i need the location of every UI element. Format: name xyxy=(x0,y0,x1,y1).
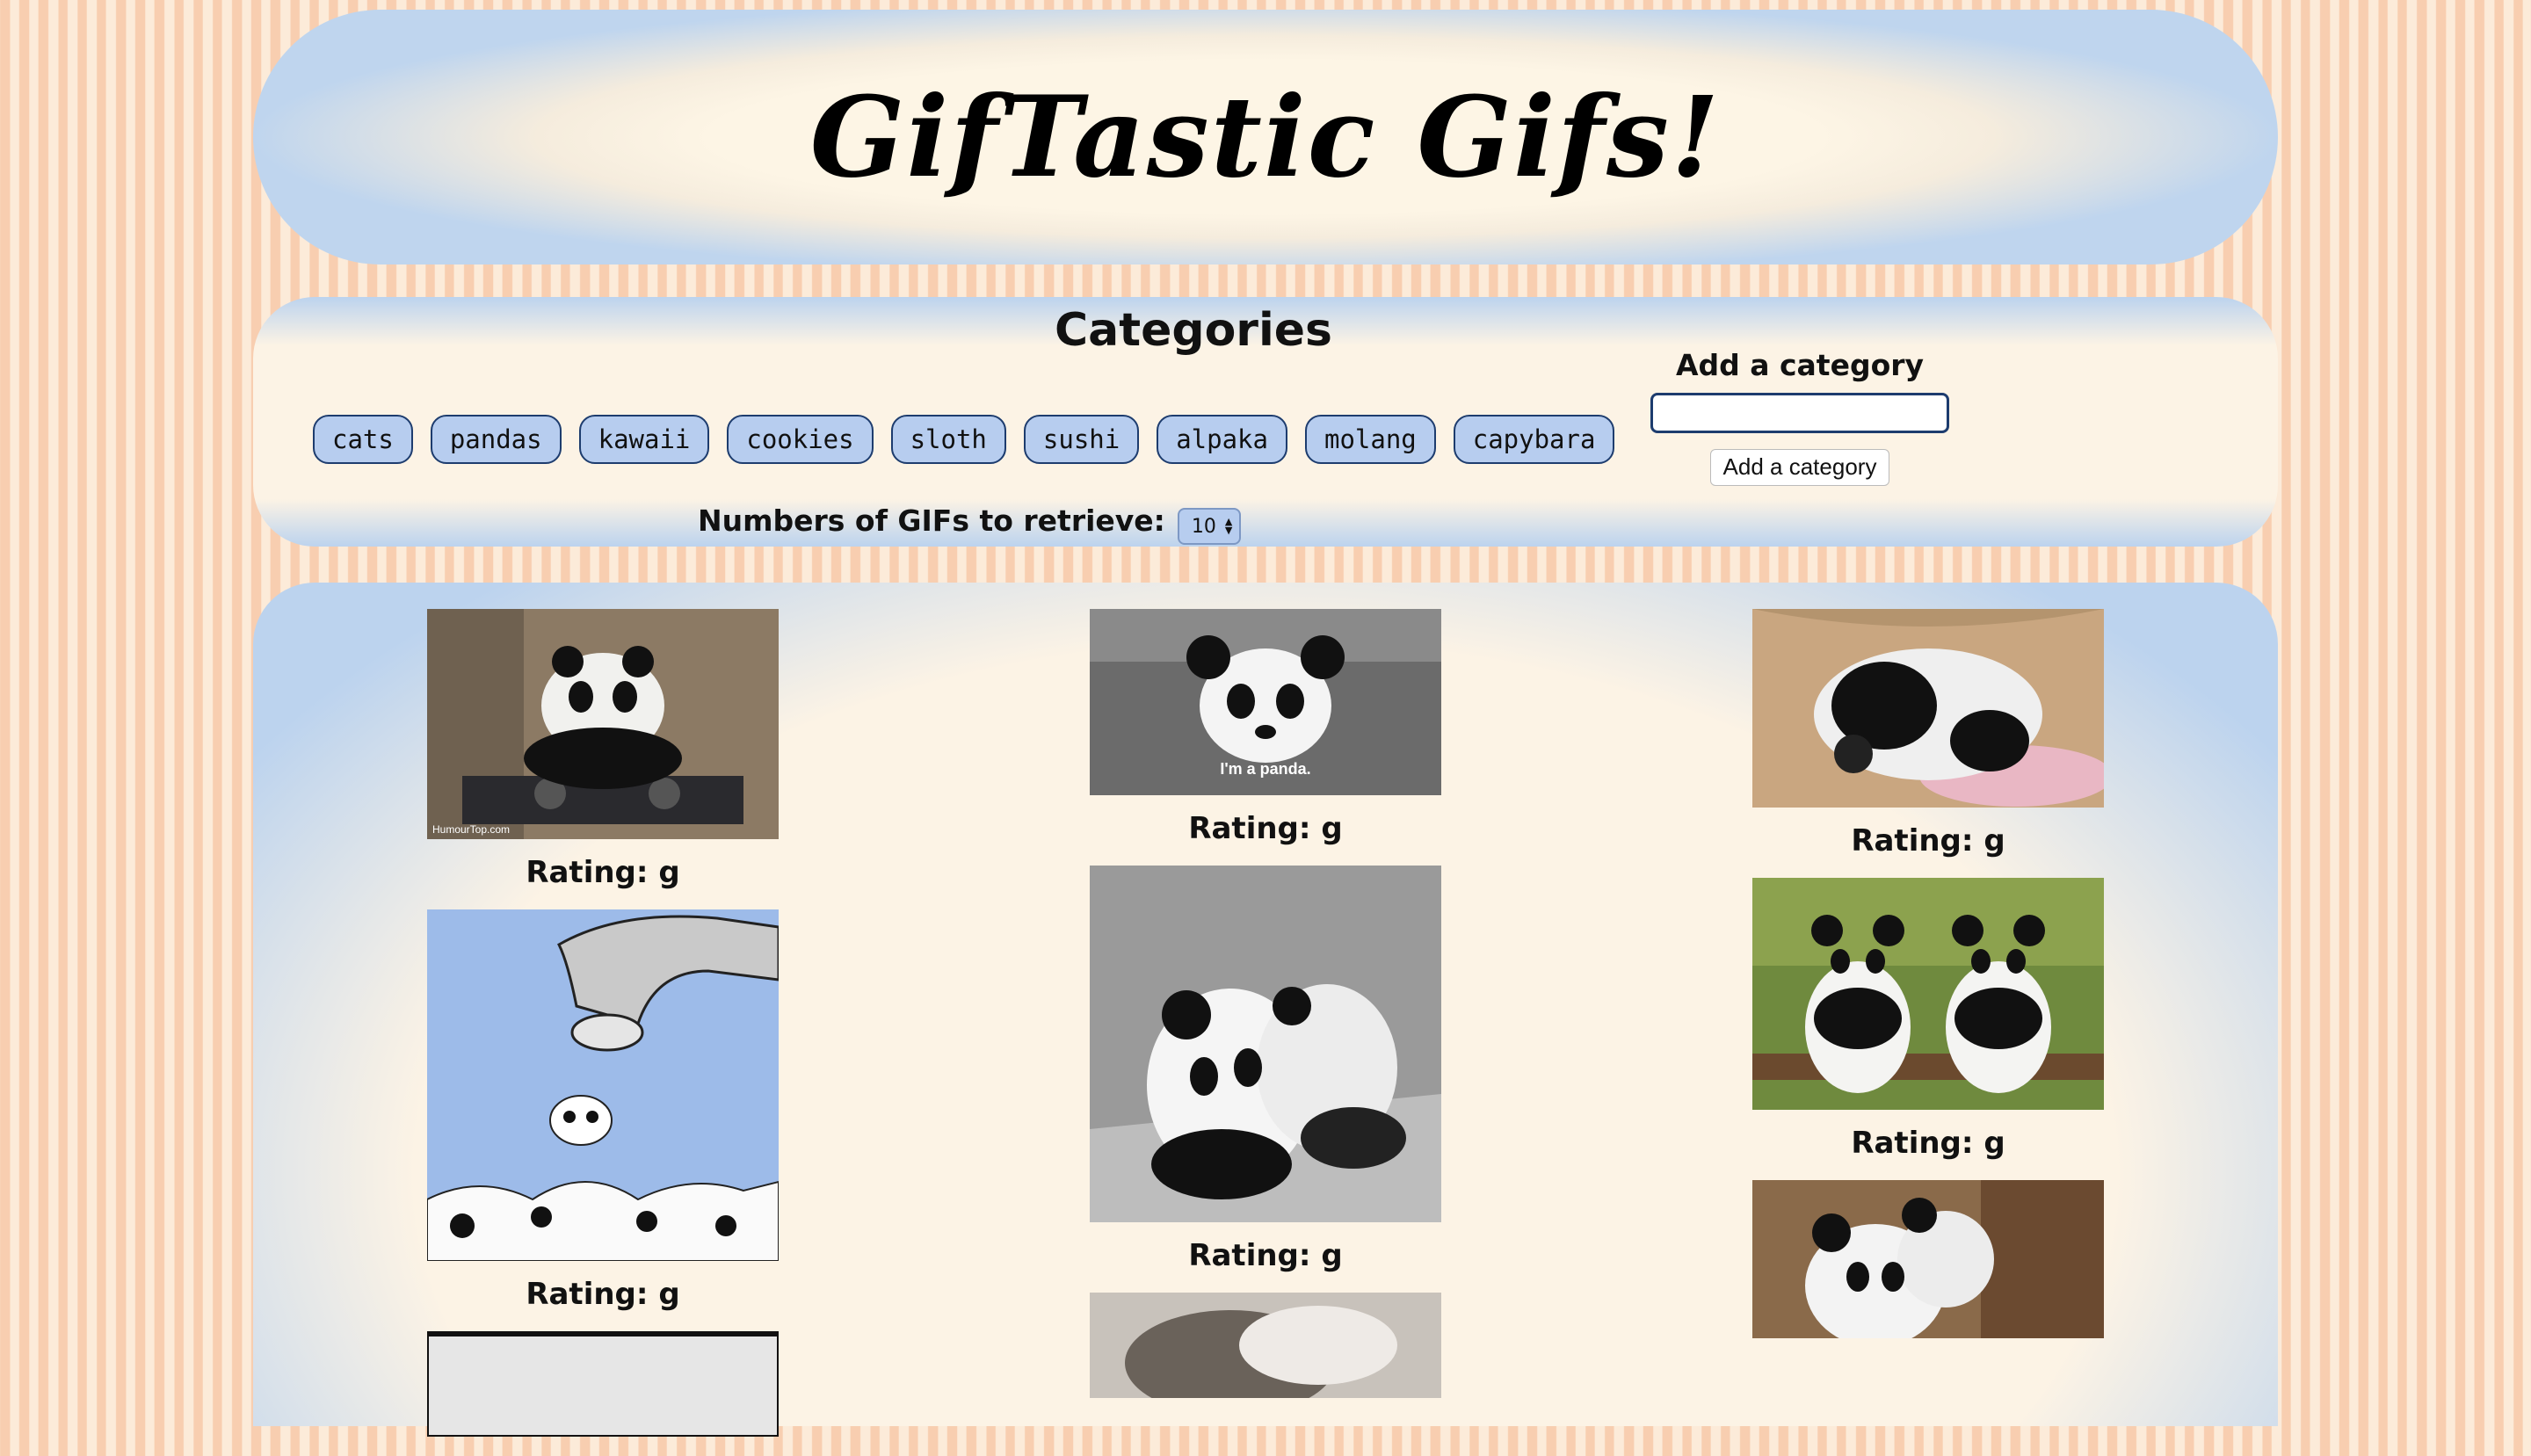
add-category-input[interactable] xyxy=(1650,393,1949,433)
add-category-label: Add a category xyxy=(1675,348,1925,382)
category-button-molang[interactable]: molang xyxy=(1304,415,1436,464)
gif-rating: Rating: g xyxy=(1188,1238,1343,1273)
category-button-sushi[interactable]: sushi xyxy=(1023,415,1140,464)
category-button-kawaii[interactable]: kawaii xyxy=(578,415,710,464)
gif-results-panel: HumourTop.com Rating: g Rating: g I'm a … xyxy=(253,583,2278,1437)
gif-card: HumourTop.com Rating: g xyxy=(427,609,779,890)
retrieve-count-select[interactable]: 10 ▲ ▼ xyxy=(1177,508,1242,545)
gif-image[interactable] xyxy=(427,1331,779,1437)
select-arrows-icon: ▲ ▼ xyxy=(1224,516,1233,536)
category-button-alpaka[interactable]: alpaka xyxy=(1157,415,1287,464)
gif-watermark: HumourTop.com xyxy=(432,823,510,836)
gif-rating: Rating: g xyxy=(1851,823,2005,858)
gif-card xyxy=(1752,1180,2104,1338)
gif-column-3: Rating: g Rating: g xyxy=(1752,609,2104,1358)
categories-heading: Categories xyxy=(1054,304,1332,357)
category-button-cookies[interactable]: cookies xyxy=(727,415,874,464)
gif-image[interactable] xyxy=(1752,878,2104,1110)
gif-rating: Rating: g xyxy=(526,855,680,890)
retrieve-count-value: 10 xyxy=(1191,515,1216,538)
gif-image[interactable] xyxy=(427,909,779,1261)
category-button-capybara[interactable]: capybara xyxy=(1453,415,1615,464)
gif-image[interactable]: HumourTop.com xyxy=(427,609,779,839)
gif-card: Rating: g xyxy=(427,909,779,1312)
header-banner: GifTastic Gifs! xyxy=(253,10,2278,264)
gif-card: Rating: g xyxy=(1752,609,2104,858)
gif-rating: Rating: g xyxy=(1851,1126,2005,1161)
categories-panel: Categories cats pandas kawaii cookies sl… xyxy=(253,297,2278,547)
retrieve-count-row: Numbers of GIFs to retrieve: 10 ▲ ▼ xyxy=(698,496,1242,545)
gif-image[interactable] xyxy=(1752,1180,2104,1338)
gif-rating: Rating: g xyxy=(1188,811,1343,846)
add-category-button[interactable]: Add a category xyxy=(1709,449,1890,486)
gif-card: I'm a panda. Rating: g xyxy=(1090,609,1441,846)
gif-card: Rating: g xyxy=(1752,878,2104,1161)
gif-column-2: I'm a panda. Rating: g Rating: g xyxy=(1090,609,1441,1417)
category-button-list: cats pandas kawaii cookies sloth sushi a… xyxy=(313,415,1615,464)
category-button-sloth[interactable]: sloth xyxy=(890,415,1006,464)
category-button-pandas[interactable]: pandas xyxy=(430,415,562,464)
gif-image[interactable]: I'm a panda. xyxy=(1090,609,1441,795)
retrieve-count-label: Numbers of GIFs to retrieve: xyxy=(698,503,1165,538)
category-button-cats[interactable]: cats xyxy=(313,415,413,464)
page-title: GifTastic Gifs! xyxy=(809,72,1722,202)
gif-card xyxy=(427,1331,779,1437)
gif-caption: I'm a panda. xyxy=(1220,760,1310,778)
gif-card xyxy=(1090,1293,1441,1398)
gif-card: Rating: g xyxy=(1090,866,1441,1273)
gif-rating: Rating: g xyxy=(526,1277,680,1312)
gif-image[interactable] xyxy=(1090,1293,1441,1398)
add-category-form: Add a category Add a category xyxy=(1606,348,1993,486)
gif-image[interactable] xyxy=(1090,866,1441,1222)
gif-column-1: HumourTop.com Rating: g Rating: g xyxy=(427,609,779,1456)
gif-image[interactable] xyxy=(1752,609,2104,808)
